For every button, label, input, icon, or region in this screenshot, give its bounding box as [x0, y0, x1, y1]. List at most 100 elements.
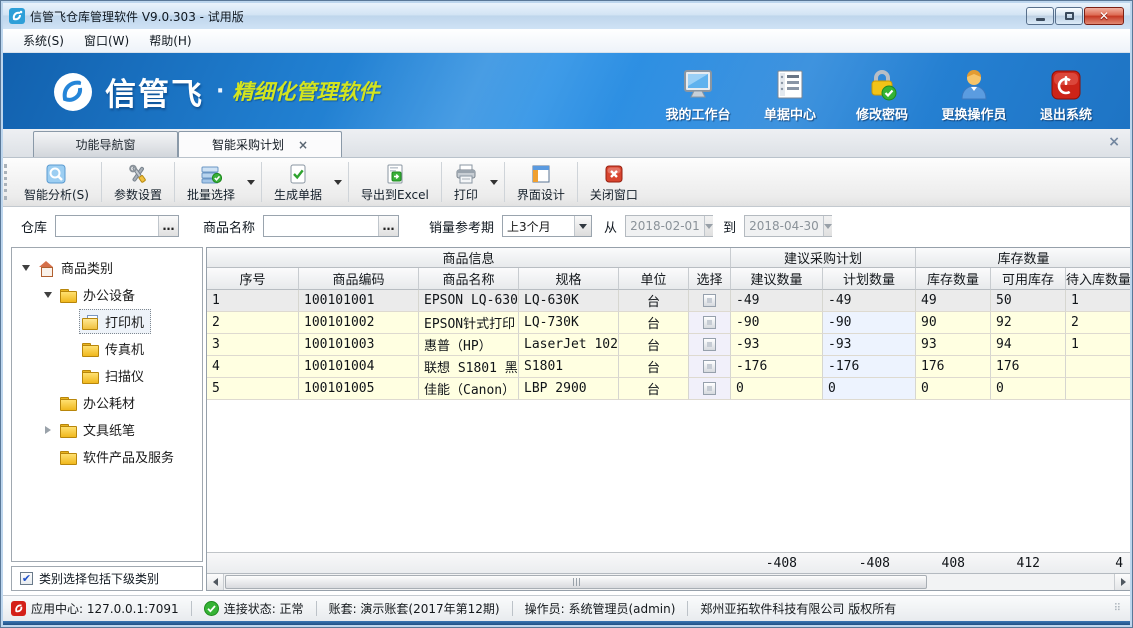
table-row[interactable]: 2 100101002 EPSON针式打印 LQ-730K 台 -90 -90 … [207, 312, 1130, 334]
tree-item[interactable]: 扫描仪 [12, 362, 202, 389]
product-name-input[interactable] [264, 216, 378, 236]
batch-select-button[interactable]: 批量选择 [175, 158, 247, 206]
resize-grip[interactable]: ⠿ [1114, 603, 1122, 614]
tree-expander-icon[interactable] [64, 343, 76, 355]
to-date-combobox[interactable]: 2018-04-30 [744, 215, 832, 237]
status-bar: 应用中心: 127.0.0.1:7091 连接状态: 正常 账套: 演示账套(2… [3, 595, 1130, 621]
tree-node-icon [82, 369, 99, 383]
to-label: 到 [723, 217, 736, 236]
include-subcategory-checkbox[interactable]: ✔ [20, 572, 33, 585]
tree-expander-icon[interactable] [64, 370, 76, 382]
row-select-checkbox[interactable] [689, 378, 731, 400]
row-select-checkbox[interactable] [689, 290, 731, 312]
minimize-button[interactable] [1026, 7, 1054, 25]
scroll-right-icon[interactable] [1114, 574, 1130, 590]
print-button[interactable]: 打印 [442, 158, 490, 206]
export-excel-icon [386, 163, 404, 185]
from-date-dropdown-icon[interactable] [704, 216, 713, 236]
product-picker-icon[interactable]: … [378, 216, 398, 236]
smart-analyze-button[interactable]: 智能分析(S) [12, 158, 101, 206]
warehouse-input-group: … [55, 215, 179, 237]
batch-select-dropdown-icon[interactable] [247, 180, 255, 185]
tree-expander-icon[interactable] [42, 451, 54, 463]
scroll-left-icon[interactable] [207, 574, 224, 590]
product-name-label: 商品名称 [203, 217, 255, 236]
workstation-button[interactable]: 我的工作台 [652, 63, 744, 123]
product-input-group: … [263, 215, 399, 237]
title-bar: 信管飞仓库管理软件 V9.0.303 - 试用版 ✕ [3, 3, 1130, 29]
status-operator: 操作员: 系统管理员(admin) [525, 600, 676, 617]
menu-system[interactable]: 系统(S) [13, 29, 74, 52]
brand-name: 信管飞 [105, 69, 204, 114]
tree-item[interactable]: 传真机 [12, 335, 202, 362]
from-label: 从 [604, 217, 617, 236]
tree-expander-icon[interactable] [20, 262, 32, 274]
tree-item[interactable]: 办公耗材 [12, 389, 202, 416]
scrollbar-thumb[interactable] [225, 575, 927, 589]
close-window-button[interactable]: 关闭窗口 [578, 158, 650, 206]
table-row[interactable]: 1 100101001 EPSON LQ-630K LQ-630K 台 -49 … [207, 290, 1130, 312]
tree-item[interactable]: 打印机 [12, 308, 202, 335]
table-row[interactable]: 4 100101004 联想 S1801 黑 S1801 台 -176 -176… [207, 356, 1130, 378]
tree-item[interactable]: 办公设备 [12, 281, 202, 308]
print-dropdown-icon[interactable] [490, 180, 498, 185]
include-subcategory-option[interactable]: ✔ 类别选择包括下级类别 [11, 566, 203, 591]
warehouse-label: 仓库 [21, 217, 47, 236]
row-select-checkbox[interactable] [689, 312, 731, 334]
window-title: 信管飞仓库管理软件 V9.0.303 - 试用版 [30, 8, 1025, 25]
app-logo-icon [11, 601, 26, 616]
table-row[interactable]: 3 100101003 惠普（HP） LaserJet 1020 台 -93 -… [207, 334, 1130, 356]
green-check-icon [204, 601, 219, 616]
menu-help[interactable]: 帮助(H) [139, 29, 201, 52]
tree-expander-icon[interactable] [64, 316, 76, 328]
app-window: 信管飞仓库管理软件 V9.0.303 - 试用版 ✕ 系统(S) 窗口(W) 帮… [0, 0, 1133, 628]
tree-node-icon [82, 315, 99, 329]
close-button[interactable]: ✕ [1084, 7, 1124, 25]
generate-document-button[interactable]: 生成单据 [262, 158, 334, 206]
include-subcategory-label: 类别选择包括下级类别 [39, 570, 159, 587]
change-password-button[interactable]: 修改密码 [836, 63, 928, 123]
ui-design-button[interactable]: 界面设计 [505, 158, 577, 206]
menu-window[interactable]: 窗口(W) [74, 29, 139, 52]
tab-close-icon[interactable]: × [298, 138, 308, 152]
tree-node-icon [60, 450, 77, 464]
warehouse-picker-icon[interactable]: … [158, 216, 178, 236]
tree-expander-icon[interactable] [42, 397, 54, 409]
tree-expander-icon[interactable] [42, 424, 54, 436]
tree-item[interactable]: 软件产品及服务 [12, 443, 202, 470]
period-combobox[interactable]: 上3个月 [502, 215, 592, 237]
document-center-button[interactable]: 单据中心 [744, 63, 836, 123]
horizontal-scrollbar[interactable] [207, 573, 1130, 590]
total-stock: 408 [916, 553, 991, 573]
to-date-dropdown-icon[interactable] [823, 216, 832, 236]
tree-expander-icon[interactable] [42, 289, 54, 301]
period-dropdown-icon[interactable] [574, 216, 591, 236]
row-select-checkbox[interactable] [689, 334, 731, 356]
warehouse-input[interactable] [56, 216, 158, 236]
exit-system-button[interactable]: 退出系统 [1020, 63, 1112, 123]
tree-item[interactable]: 商品类别 [12, 254, 202, 281]
switch-operator-button[interactable]: 更换操作员 [928, 63, 1020, 123]
toolbar-grip [4, 164, 11, 200]
maximize-icon [1065, 12, 1074, 20]
parameter-settings-button[interactable]: 参数设置 [102, 158, 174, 206]
status-connection: 连接状态: 正常 [204, 600, 304, 617]
tab-function-nav[interactable]: 功能导航窗 [33, 131, 178, 157]
export-excel-button[interactable]: 导出到Excel [349, 158, 441, 206]
generate-document-dropdown-icon[interactable] [334, 180, 342, 185]
from-date-combobox[interactable]: 2018-02-01 [625, 215, 713, 237]
tab-smart-purchase-plan[interactable]: 智能采购计划 × [178, 131, 342, 157]
group-suggested-purchase: 建议采购计划 [731, 248, 916, 268]
minimize-icon [1036, 18, 1045, 21]
total-incoming: 4 [1066, 553, 1130, 573]
row-select-checkbox[interactable] [689, 356, 731, 378]
tree-item[interactable]: 文具纸笔 [12, 416, 202, 443]
brand-separator: · [216, 79, 224, 104]
tree-node-icon [82, 342, 99, 356]
checkbox-icon [703, 360, 716, 373]
grid-column-header: 序号 商品编码 商品名称 规格 单位 选择 建议数量 计划数量 库存数量 可用库… [207, 268, 1130, 290]
checkbox-icon [703, 382, 716, 395]
maximize-button[interactable] [1055, 7, 1083, 25]
table-row[interactable]: 5 100101005 佳能（Canon） LBP 2900 台 0 0 0 0 [207, 378, 1130, 400]
panel-close-icon[interactable]: × [1108, 134, 1120, 150]
